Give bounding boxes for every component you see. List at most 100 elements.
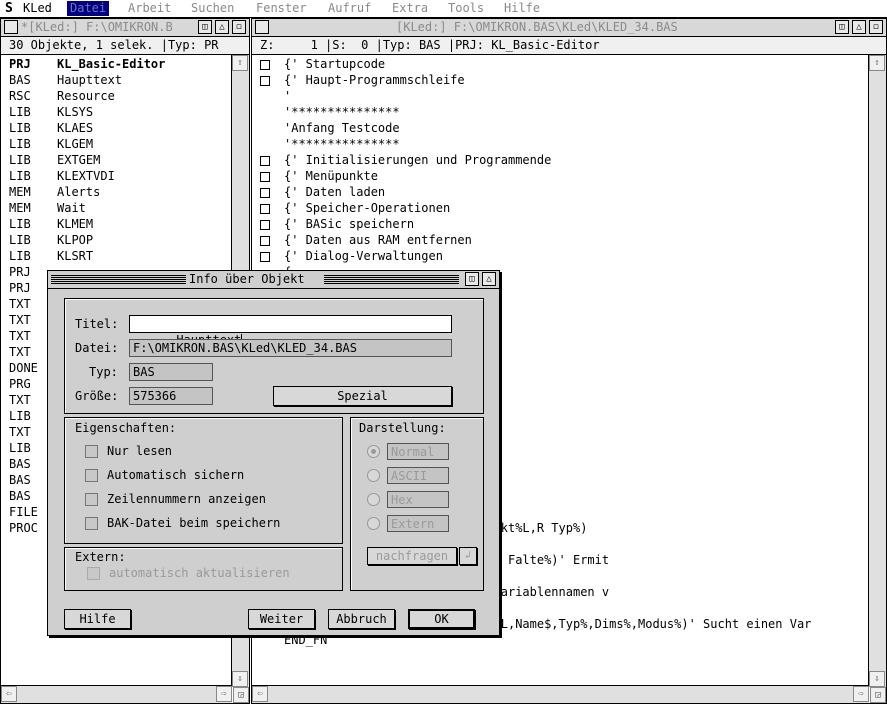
automatisch-sichern-label[interactable]: Automatisch sichern (107, 467, 244, 483)
iconify-icon[interactable]: ◫ (198, 20, 212, 34)
object-type: LIB (9, 217, 31, 231)
code-line[interactable]: {' Speicher-Operationen (260, 200, 869, 216)
extern-radio[interactable] (367, 517, 380, 530)
list-item[interactable]: LIB KLPOP (9, 232, 229, 248)
list-item[interactable]: LIB KLSYS (9, 104, 229, 120)
code-line[interactable]: {' Initialisierungen und Programmende (260, 152, 869, 168)
ok-button[interactable]: OK (408, 609, 475, 629)
list-item[interactable]: LIB KLSRT (9, 248, 229, 264)
code-line[interactable]: {' Daten aus RAM entfernen (260, 232, 869, 248)
scroll-up-icon[interactable]: ⇧ (869, 55, 885, 71)
fold-box-icon[interactable] (260, 203, 270, 214)
menu-arbeit[interactable]: Arbeit (125, 1, 174, 16)
close-box-icon[interactable] (255, 20, 269, 34)
scroll-down-icon[interactable]: ⇩ (869, 671, 885, 687)
menu-kled[interactable]: KLed (20, 1, 55, 16)
resize-icon[interactable]: ◲ (870, 687, 886, 703)
scroll-right-icon[interactable]: ⇨ (216, 686, 232, 702)
menu-extra[interactable]: Extra (389, 1, 431, 16)
left-window-titlebar[interactable]: *[KLed:] F:\OMIKRON.B ◫ △ ◻ (1, 19, 249, 37)
fold-box-icon[interactable] (260, 75, 270, 86)
list-item[interactable]: LIB KLGEM (9, 136, 229, 152)
fold-box-icon[interactable] (260, 219, 270, 230)
fuller-icon[interactable]: ◻ (232, 20, 246, 34)
code-line[interactable]: '*************** (260, 104, 869, 120)
aktualisieren-checkbox[interactable] (87, 567, 100, 580)
app-logo-icon[interactable]: S (2, 1, 16, 16)
code-line[interactable]: {' Startupcode (260, 56, 869, 72)
iconify-icon[interactable]: ◫ (465, 272, 479, 286)
fold-box-icon[interactable] (260, 59, 270, 70)
list-item[interactable]: RSC Resource (9, 88, 229, 104)
ascii-radio[interactable] (367, 469, 380, 482)
abbruch-button[interactable]: Abbruch (328, 609, 395, 629)
weiter-button[interactable]: Weiter (248, 609, 315, 629)
nur-lesen-label[interactable]: Nur lesen (107, 443, 172, 459)
iconify-icon[interactable]: ◫ (835, 20, 849, 34)
normal-label[interactable]: Normal (387, 443, 449, 460)
scroll-up-icon[interactable]: ⇧ (232, 55, 248, 71)
code-line[interactable]: ' (260, 88, 869, 104)
list-item[interactable]: LIB KLEXTVDI (9, 168, 229, 184)
list-item[interactable]: BAS Haupttext (9, 72, 229, 88)
menu-tools[interactable]: Tools (445, 1, 487, 16)
code-line[interactable]: {' Dialog-Verwaltungen (260, 248, 869, 264)
fold-box-icon[interactable] (260, 251, 270, 262)
editor-window-titlebar[interactable]: [KLed:] F:\OMIKRON.BAS\KLed\KLED_34.BAS … (252, 19, 886, 37)
scroll-left-icon[interactable]: ⇦ (1, 686, 17, 702)
close-box-icon[interactable] (4, 20, 18, 34)
scroll-left-icon[interactable]: ⇦ (252, 686, 268, 702)
return-arrow-icon[interactable]: ↲ (459, 547, 477, 565)
zeilennummern-label[interactable]: Zeilennummern anzeigen (107, 491, 266, 507)
nachfragen-button[interactable]: nachfragen (367, 547, 457, 565)
nur-lesen-checkbox[interactable] (85, 445, 98, 458)
zeilennummern-checkbox[interactable] (85, 493, 98, 506)
resize-icon[interactable]: ◲ (233, 687, 249, 703)
list-item[interactable]: LIB KLMEM (9, 216, 229, 232)
menu-aufruf[interactable]: Aufruf (325, 1, 374, 16)
code-line[interactable]: {' BASic speichern (260, 216, 869, 232)
hilfe-button[interactable]: Hilfe (64, 609, 131, 629)
code-line[interactable]: '*************** (260, 136, 869, 152)
aktualisieren-label[interactable]: automatisch aktualisieren (109, 565, 290, 581)
bak-datei-checkbox[interactable] (85, 517, 98, 530)
fold-box-icon[interactable] (260, 235, 270, 246)
automatisch-sichern-checkbox[interactable] (85, 469, 98, 482)
spezial-button[interactable]: Spezial (273, 386, 452, 406)
editor-vertical-scrollbar[interactable]: ⇧ ⇩ (868, 55, 886, 687)
list-item[interactable]: MEM Alerts (9, 184, 229, 200)
scroll-down-icon[interactable]: ⇩ (232, 671, 248, 687)
dialog-titlebar[interactable]: Info über Objekt ◫ △ (48, 271, 499, 289)
titel-input[interactable]: Haupttext____________________________ (129, 315, 452, 347)
editor-horizontal-scrollbar[interactable]: ⇦ ⇨ (252, 685, 869, 703)
left-horizontal-scrollbar[interactable]: ⇦ ⇨ (1, 685, 232, 703)
scroll-right-icon[interactable]: ⇨ (853, 686, 869, 702)
menu-hilfe[interactable]: Hilfe (501, 1, 543, 16)
collapse-icon[interactable]: △ (215, 20, 229, 34)
fuller-icon[interactable]: ◻ (869, 20, 883, 34)
code-line[interactable]: {' Daten laden (260, 184, 869, 200)
list-item[interactable]: LIB EXTGEM (9, 152, 229, 168)
menu-datei[interactable]: Datei (67, 1, 110, 16)
fold-box-icon[interactable] (260, 187, 270, 198)
hex-label[interactable]: Hex (387, 491, 449, 508)
collapse-icon[interactable]: △ (852, 20, 866, 34)
list-item[interactable]: LIB KLAES (9, 120, 229, 136)
code-line[interactable]: {' Menüpunkte (260, 168, 869, 184)
collapse-icon[interactable]: △ (482, 272, 496, 286)
dialog-title: Info über Objekt (189, 272, 305, 286)
list-item[interactable]: MEM Wait (9, 200, 229, 216)
fold-box-icon[interactable] (260, 155, 270, 166)
code-line[interactable]: 'Anfang Testcode (260, 120, 869, 136)
hex-radio[interactable] (367, 493, 380, 506)
extern-label[interactable]: Extern (387, 515, 449, 532)
menu-suchen[interactable]: Suchen (188, 1, 237, 16)
list-item[interactable]: PRJ KL_Basic-Editor (9, 56, 229, 72)
code-text: {' Haupt-Programmschleife (284, 73, 465, 87)
normal-radio[interactable] (367, 445, 380, 458)
bak-datei-label[interactable]: BAK-Datei beim speichern (107, 515, 280, 531)
code-line[interactable]: {' Haupt-Programmschleife (260, 72, 869, 88)
menu-fenster[interactable]: Fenster (253, 1, 310, 16)
ascii-label[interactable]: ASCII (387, 467, 449, 484)
fold-box-icon[interactable] (260, 171, 270, 182)
